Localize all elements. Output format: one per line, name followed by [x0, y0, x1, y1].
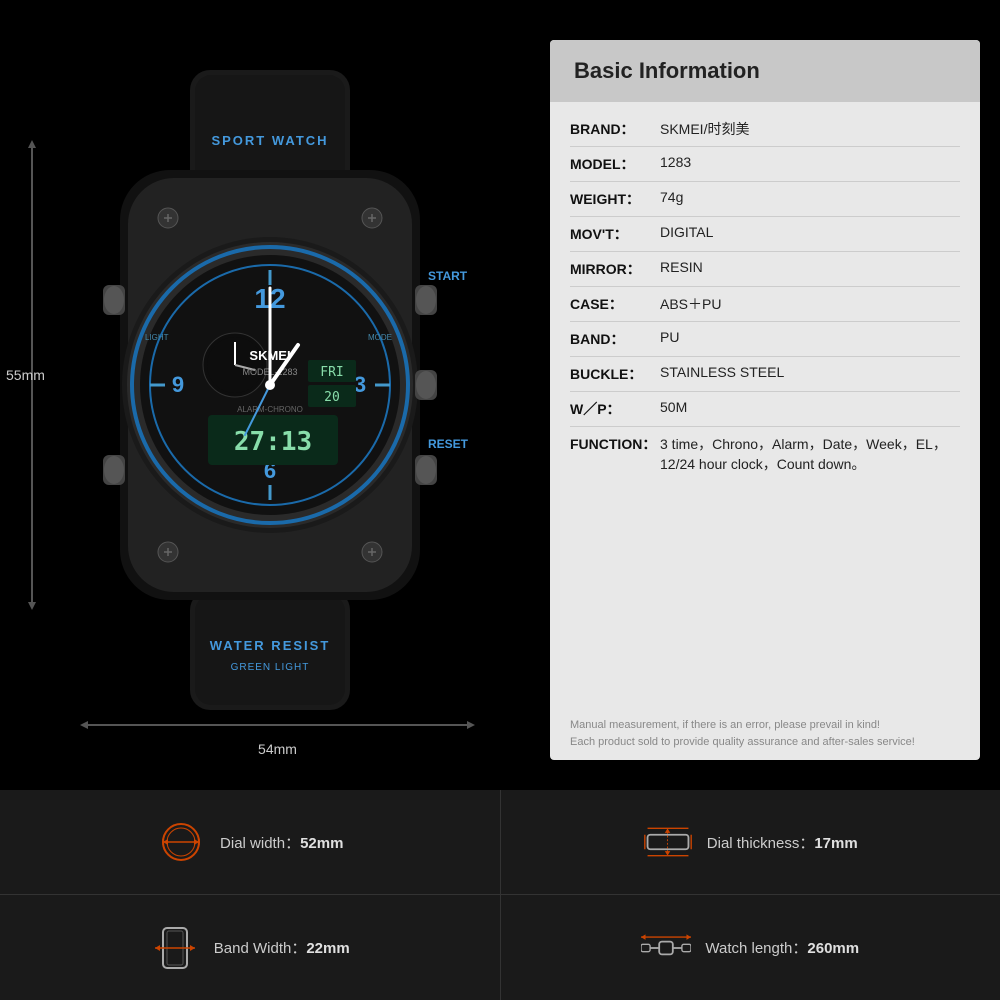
- spec-dial-thickness: Dial thickness：17mm: [501, 790, 1000, 894]
- info-row-2: WEIGHT：74g: [570, 182, 960, 217]
- info-card: Basic Information BRAND：SKMEI/时刻美MODEL：1…: [550, 40, 980, 760]
- width-dimension: 54mm: [80, 715, 475, 735]
- info-row-3: MOV'T：DIGITAL: [570, 217, 960, 252]
- svg-text:RESET: RESET: [428, 437, 469, 451]
- watch-image: 12 6 9 3 27:13: [60, 60, 480, 720]
- dial-width-icon: [156, 817, 206, 867]
- info-row-7: BUCKLE：STAINLESS STEEL: [570, 357, 960, 392]
- info-value-8: 50M: [660, 399, 960, 415]
- dim-line-horizontal: [88, 724, 467, 726]
- spec-band-width-text: Band Width：22mm: [214, 937, 350, 958]
- note-line1: Manual measurement, if there is an error…: [570, 719, 880, 731]
- spec-band-width: Band Width：22mm: [0, 895, 501, 1000]
- info-row-8: W／P：50M: [570, 392, 960, 427]
- info-label-0: BRAND：: [570, 119, 660, 139]
- note-line2: Each product sold to provide quality ass…: [570, 736, 915, 748]
- info-label-5: CASE：: [570, 294, 660, 314]
- width-label: 54mm: [258, 741, 297, 757]
- info-value-5: ABS＋PU: [660, 294, 960, 314]
- spec-dial-width-text: Dial width：52mm: [220, 832, 343, 853]
- info-row-0: BRAND：SKMEI/时刻美: [570, 112, 960, 147]
- spec-watch-length-text: Watch length：260mm: [705, 937, 859, 958]
- svg-text:ALARM-CHRONO: ALARM-CHRONO: [237, 405, 303, 414]
- svg-text:20: 20: [324, 390, 340, 405]
- info-value-2: 74g: [660, 189, 960, 205]
- height-label: 55mm: [6, 367, 45, 383]
- info-label-6: BAND：: [570, 329, 660, 349]
- info-note: Manual measurement, if there is an error…: [550, 707, 980, 760]
- info-label-7: BUCKLE：: [570, 364, 660, 384]
- svg-text:LIGHT: LIGHT: [145, 333, 169, 342]
- band-width-icon: [150, 923, 200, 973]
- info-row-9: FUNCTION：3 time，Chrono，Alarm，Date，Week，E…: [570, 427, 960, 481]
- info-value-7: STAINLESS STEEL: [660, 364, 960, 380]
- spec-watch-length: Watch length：260mm: [501, 895, 1000, 1000]
- info-label-9: FUNCTION：: [570, 434, 660, 454]
- spec-dial-thickness-text: Dial thickness：17mm: [707, 832, 858, 853]
- info-row-1: MODEL：1283: [570, 147, 960, 182]
- top-section: 55mm: [0, 0, 1000, 790]
- dim-line-vertical: 55mm: [31, 148, 33, 602]
- info-card-title: Basic Information: [574, 58, 956, 84]
- svg-text:9: 9: [172, 372, 184, 397]
- svg-text:SPORT WATCH: SPORT WATCH: [211, 133, 328, 148]
- info-value-4: RESIN: [660, 259, 960, 275]
- info-value-9: 3 time，Chrono，Alarm，Date，Week，EL，12/24 h…: [660, 434, 960, 474]
- info-label-8: W／P：: [570, 399, 660, 419]
- arrow-left: [80, 721, 88, 729]
- svg-text:START: START: [428, 269, 468, 283]
- arrow-right: [467, 721, 475, 729]
- info-row-4: MIRROR：RESIN: [570, 252, 960, 287]
- info-value-1: 1283: [660, 154, 960, 170]
- spec-dial-width: Dial width：52mm: [0, 790, 501, 894]
- svg-text:GREEN LIGHT: GREEN LIGHT: [231, 662, 310, 673]
- arrow-bottom: [28, 602, 36, 610]
- svg-text:27:13: 27:13: [234, 427, 312, 457]
- info-value-0: SKMEI/时刻美: [660, 119, 960, 139]
- info-row-5: CASE：ABS＋PU: [570, 287, 960, 322]
- info-label-3: MOV'T：: [570, 224, 660, 244]
- specs-row-1: Dial width：52mm: [0, 790, 1000, 895]
- watch-area: 55mm: [0, 0, 530, 790]
- info-row-6: BAND：PU: [570, 322, 960, 357]
- watch-length-icon: [641, 923, 691, 973]
- dial-thickness-icon: [643, 817, 693, 867]
- svg-text:WATER RESIST: WATER RESIST: [210, 638, 331, 653]
- info-label-1: MODEL：: [570, 154, 660, 174]
- svg-text:MODE: MODE: [368, 333, 392, 342]
- height-dimension: 55mm: [28, 140, 36, 610]
- svg-text:FRI: FRI: [320, 365, 343, 380]
- bottom-section: Dial width：52mm: [0, 790, 1000, 1000]
- main-container: 55mm: [0, 0, 1000, 1000]
- info-value-3: DIGITAL: [660, 224, 960, 240]
- info-label-2: WEIGHT：: [570, 189, 660, 209]
- info-card-header: Basic Information: [550, 40, 980, 102]
- info-value-6: PU: [660, 329, 960, 345]
- arrow-top: [28, 140, 36, 148]
- specs-row-2: Band Width：22mm: [0, 895, 1000, 1000]
- info-label-4: MIRROR：: [570, 259, 660, 279]
- info-card-body: BRAND：SKMEI/时刻美MODEL：1283WEIGHT：74gMOV'T…: [550, 102, 980, 707]
